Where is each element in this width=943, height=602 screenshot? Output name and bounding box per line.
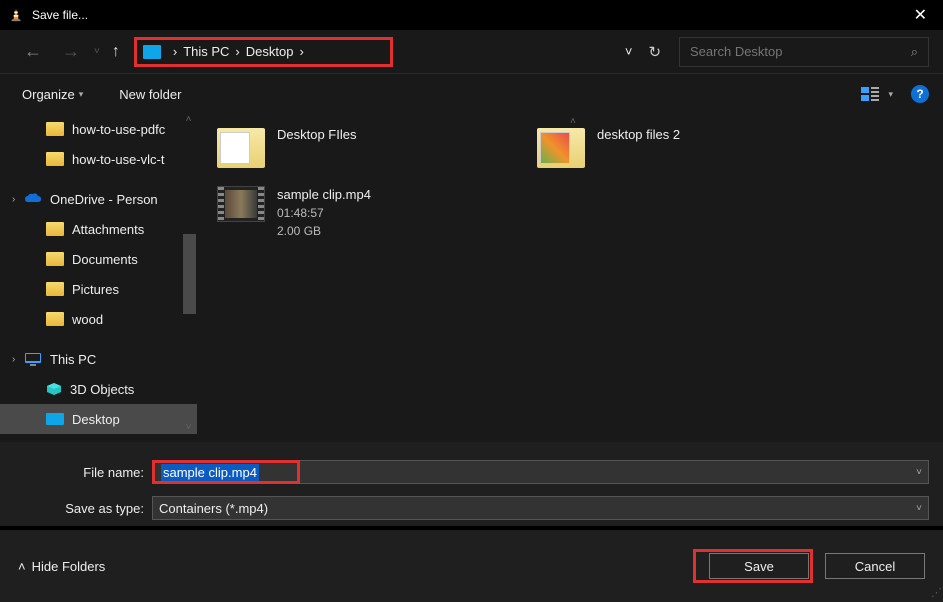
- breadcrumb[interactable]: › This PC › Desktop ›: [134, 37, 393, 67]
- view-mode-icon[interactable]: [861, 86, 879, 102]
- sidebar-item-folder[interactable]: how-to-use-pdfc: [0, 114, 197, 144]
- folder-icon: [46, 252, 64, 266]
- caret-down-icon: ▾: [79, 89, 84, 100]
- chevron-up-icon: ˄: [18, 559, 26, 574]
- caret-down-icon[interactable]: ˅: [916, 467, 922, 478]
- folder-item[interactable]: Desktop FIles: [217, 126, 477, 168]
- filename-input[interactable]: sample clip.mp4: [152, 460, 300, 484]
- chevron-right-icon[interactable]: ›: [12, 354, 15, 365]
- savetype-row: Save as type: Containers (*.mp4) ˅: [0, 490, 943, 526]
- scroll-down-icon[interactable]: ˅: [181, 422, 196, 437]
- pc-icon: [143, 45, 161, 59]
- folder-item[interactable]: desktop files 2: [537, 126, 797, 168]
- sidebar-label: This PC: [50, 352, 96, 367]
- sidebar-item-folder[interactable]: wood: [0, 304, 197, 334]
- scroll-up-icon[interactable]: ˄: [181, 114, 196, 129]
- sidebar-label: wood: [72, 312, 103, 327]
- sidebar-item-folder[interactable]: Attachments: [0, 214, 197, 244]
- breadcrumb-extra[interactable]: ˅: [397, 37, 638, 67]
- chevron-right-icon[interactable]: ›: [12, 194, 15, 205]
- sidebar-label: Documents: [72, 252, 138, 267]
- sidebar-label: Pictures: [72, 282, 119, 297]
- sidebar-item-folder[interactable]: Pictures: [0, 274, 197, 304]
- file-name: sample clip.mp4: [277, 186, 371, 204]
- titlebar: Save file... ✕: [0, 0, 943, 30]
- video-file-item[interactable]: sample clip.mp4 01:48:57 2.00 GB: [217, 186, 477, 240]
- sidebar-item-3dobjects[interactable]: 3D Objects: [0, 374, 197, 404]
- search-icon[interactable]: ⌕: [911, 44, 918, 60]
- toolbar: Organize ▾ New folder ▾ ?: [0, 74, 943, 114]
- save-button[interactable]: Save: [709, 553, 809, 579]
- pc-icon: [24, 352, 42, 366]
- help-button[interactable]: ?: [911, 85, 929, 103]
- folder-icon: [537, 126, 585, 168]
- file-duration: 01:48:57: [277, 204, 371, 222]
- sidebar-label: 3D Objects: [70, 382, 134, 397]
- cube-icon: [46, 382, 62, 396]
- new-folder-label: New folder: [119, 87, 181, 102]
- search-box[interactable]: ⌕: [679, 37, 929, 67]
- hide-folders-button[interactable]: ˄ Hide Folders: [18, 559, 105, 574]
- sidebar-label: OneDrive - Person: [50, 192, 158, 207]
- close-button[interactable]: ✕: [906, 5, 935, 25]
- nav-back-button[interactable]: ←: [14, 41, 52, 62]
- file-list[interactable]: ˄ Desktop FIles desktop files 2 sample c…: [197, 114, 943, 442]
- search-input[interactable]: [690, 44, 911, 59]
- main-area: ˄ how-to-use-pdfc how-to-use-vlc-t › One…: [0, 114, 943, 442]
- sidebar-item-folder[interactable]: how-to-use-vlc-t: [0, 144, 197, 174]
- cancel-button[interactable]: Cancel: [825, 553, 925, 579]
- new-folder-button[interactable]: New folder: [111, 81, 189, 108]
- sidebar-item-thispc[interactable]: › This PC: [0, 344, 197, 374]
- folder-icon: [217, 126, 265, 168]
- folder-icon: [46, 312, 64, 326]
- vlc-icon: [8, 8, 24, 22]
- file-name: desktop files 2: [597, 126, 680, 144]
- footer: ˄ Hide Folders Save Cancel ⋰: [0, 530, 943, 602]
- filename-value: sample clip.mp4: [161, 464, 259, 481]
- nav-recent-caret[interactable]: ˅: [90, 46, 104, 57]
- folder-icon: [46, 122, 64, 136]
- sidebar-label: Attachments: [72, 222, 144, 237]
- onedrive-icon: [24, 193, 42, 205]
- folder-icon: [46, 222, 64, 236]
- savetype-value: Containers (*.mp4): [159, 501, 268, 516]
- folder-icon: [46, 152, 64, 166]
- sidebar: ˄ how-to-use-pdfc how-to-use-vlc-t › One…: [0, 114, 197, 442]
- nav-up-button[interactable]: ↑: [104, 43, 128, 61]
- breadcrumb-current[interactable]: Desktop: [246, 44, 294, 59]
- file-size: 2.00 GB: [277, 222, 371, 240]
- chevron-right-icon: ›: [235, 44, 239, 59]
- sidebar-label: Desktop: [72, 412, 120, 427]
- address-dropdown-caret[interactable]: ˅: [625, 44, 633, 59]
- chevron-right-icon: ›: [173, 44, 177, 59]
- filename-label: File name:: [14, 465, 152, 480]
- address-bar: ← → ˅ ↑ › This PC › Desktop › ˅ ↻ ⌕: [0, 30, 943, 74]
- window-title: Save file...: [32, 8, 906, 22]
- sidebar-item-onedrive[interactable]: › OneDrive - Person: [0, 184, 197, 214]
- chevron-right-icon: ›: [299, 44, 303, 59]
- sidebar-label: how-to-use-vlc-t: [72, 152, 164, 167]
- organize-label: Organize: [22, 87, 75, 102]
- filename-input-rest[interactable]: ˅: [300, 460, 929, 484]
- sidebar-item-folder[interactable]: Documents: [0, 244, 197, 274]
- refresh-button[interactable]: ↻: [638, 43, 671, 61]
- scrollbar-thumb[interactable]: [183, 234, 196, 314]
- view-caret-icon[interactable]: ▾: [888, 89, 893, 100]
- folder-icon: [46, 282, 64, 296]
- nav-forward-button[interactable]: →: [52, 41, 90, 62]
- caret-down-icon[interactable]: ˅: [916, 503, 922, 514]
- sidebar-label: how-to-use-pdfc: [72, 122, 165, 137]
- desktop-icon: [46, 413, 64, 425]
- breadcrumb-root[interactable]: This PC: [183, 44, 229, 59]
- organize-button[interactable]: Organize ▾: [14, 81, 91, 108]
- video-thumb-icon: [217, 186, 265, 222]
- savetype-label: Save as type:: [14, 501, 152, 516]
- hide-folders-label: Hide Folders: [32, 559, 106, 574]
- save-button-highlight: Save: [693, 549, 813, 583]
- sidebar-item-desktop[interactable]: Desktop: [0, 404, 197, 434]
- file-name: Desktop FIles: [277, 126, 356, 144]
- filename-row: File name: sample clip.mp4 ˅: [0, 442, 943, 490]
- savetype-select[interactable]: Containers (*.mp4) ˅: [152, 496, 929, 520]
